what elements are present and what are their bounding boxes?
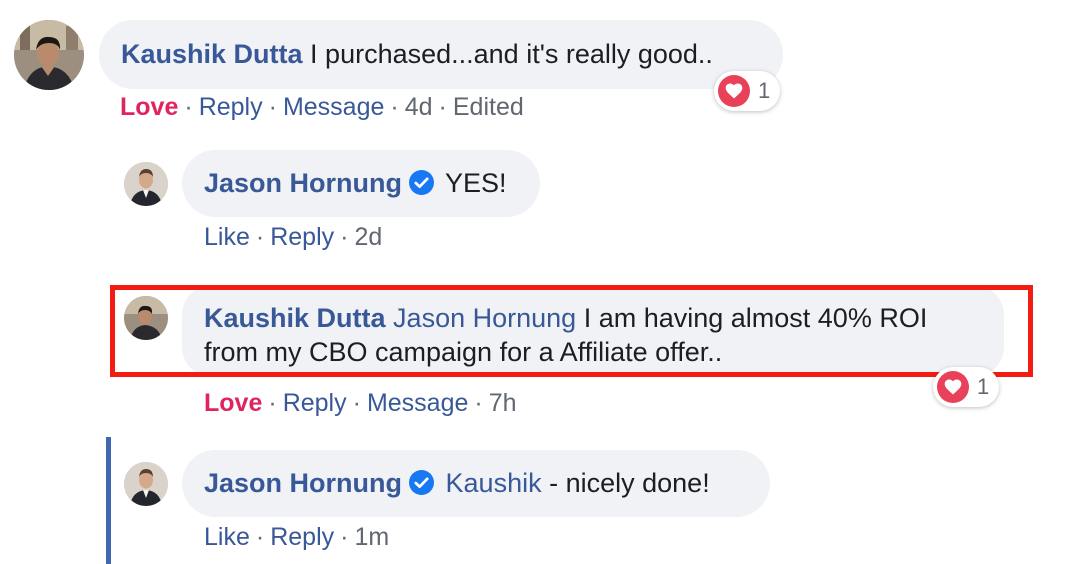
separator-dot: · <box>255 223 265 251</box>
heart-icon <box>937 371 969 403</box>
comment-text: YES! <box>445 168 507 198</box>
separator-dot: · <box>352 389 361 417</box>
comment-actions: Like · Reply · 1m <box>204 522 389 552</box>
separator-dot: · <box>340 523 349 551</box>
comment-actions: Love · Reply · Message · 4d · Edited <box>120 92 524 122</box>
edited-label[interactable]: Edited <box>453 93 524 121</box>
separator-dot: · <box>390 93 399 121</box>
comment-text: I purchased...and it's really good.. <box>310 39 713 69</box>
reply-link[interactable]: Reply <box>283 389 347 417</box>
message-link[interactable]: Message <box>283 93 384 121</box>
separator-dot: · <box>340 223 349 251</box>
reply-link[interactable]: Reply <box>270 523 334 551</box>
separator-dot: · <box>268 389 277 417</box>
reaction-count: 1 <box>977 374 990 399</box>
verified-badge-icon <box>409 470 435 495</box>
timestamp[interactable]: 1m <box>354 523 389 551</box>
message-link[interactable]: Message <box>367 389 468 417</box>
love-reaction-link[interactable]: Love <box>120 93 178 121</box>
highlight-box <box>110 285 1033 377</box>
separator-dot: · <box>474 389 483 417</box>
avatar-kaushik-dutta[interactable] <box>14 20 84 90</box>
timestamp[interactable]: 7h <box>489 389 517 417</box>
comment-bubble: Jason Hornung Kaushik - nicely done! <box>182 450 770 517</box>
separator-dot: · <box>184 93 193 121</box>
reaction-summary[interactable]: 1 <box>933 367 1000 407</box>
comment-author[interactable]: Jason Hornung <box>204 468 402 498</box>
separator-dot: · <box>268 93 277 121</box>
avatar-jason-hornung[interactable] <box>124 462 168 506</box>
timestamp[interactable]: 2d <box>354 223 382 251</box>
comment-actions: Like · Reply · 2d <box>204 222 382 252</box>
like-link[interactable]: Like <box>204 523 250 551</box>
thread-indicator-bar <box>106 437 111 564</box>
reply-link[interactable]: Reply <box>199 93 263 121</box>
love-reaction-link[interactable]: Love <box>204 389 262 417</box>
avatar-jason-hornung[interactable] <box>124 162 168 206</box>
reaction-count: 1 <box>758 78 771 103</box>
comment-author[interactable]: Jason Hornung <box>204 168 402 198</box>
comment-author[interactable]: Kaushik Dutta <box>121 39 303 69</box>
reaction-summary[interactable]: 1 <box>714 71 781 111</box>
comment-text: - nicely done! <box>549 468 710 498</box>
verified-badge-icon <box>409 170 435 195</box>
heart-icon <box>718 75 750 107</box>
reply-link[interactable]: Reply <box>270 223 334 251</box>
comment-bubble: Kaushik Dutta I purchased...and it's rea… <box>99 20 783 89</box>
comment-thread: Kaushik Dutta I purchased...and it's rea… <box>0 0 1070 564</box>
separator-dot: · <box>438 93 447 121</box>
comment-actions: Love · Reply · Message · 7h <box>204 388 517 418</box>
separator-dot: · <box>255 523 265 551</box>
comment-bubble: Jason Hornung YES! <box>182 150 540 217</box>
mention-link[interactable]: Kaushik <box>446 468 542 498</box>
timestamp[interactable]: 4d <box>405 93 433 121</box>
like-link[interactable]: Like <box>204 223 250 251</box>
